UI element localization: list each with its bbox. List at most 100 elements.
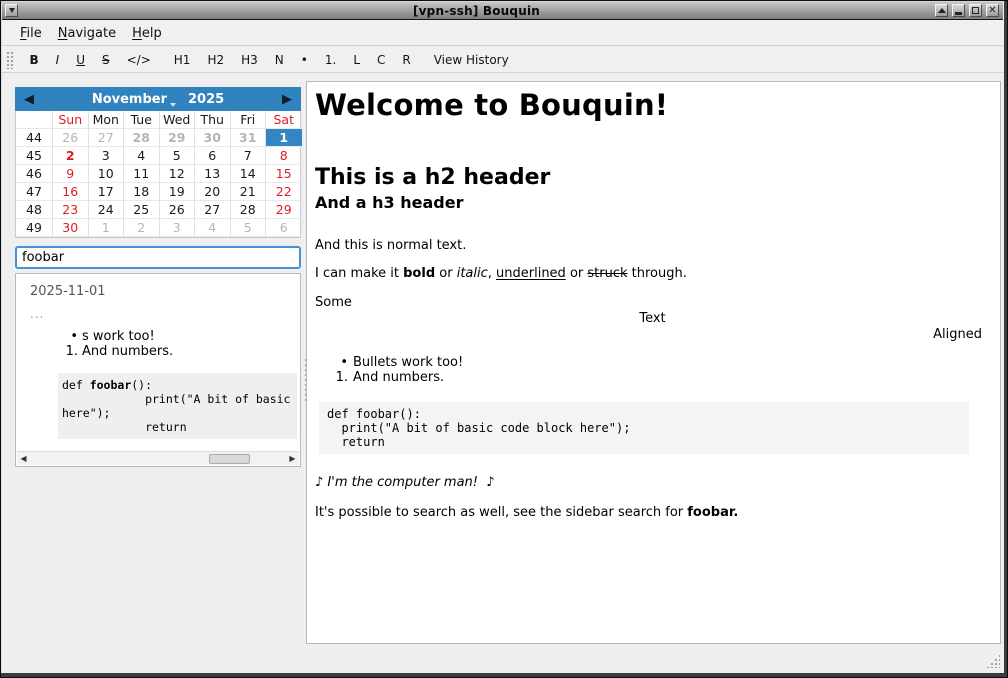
calendar-day[interactable]: 5: [231, 219, 267, 237]
calendar-day[interactable]: 7: [231, 147, 267, 165]
calendar-day[interactable]: 25: [124, 201, 160, 219]
week-number: 45: [16, 147, 53, 165]
calendar-day[interactable]: 4: [124, 147, 160, 165]
align-center-button[interactable]: C: [369, 50, 394, 70]
minimize-button[interactable]: [952, 4, 965, 17]
calendar-day[interactable]: 5: [160, 147, 196, 165]
calendar-day[interactable]: 11: [124, 165, 160, 183]
result-date-link[interactable]: 2025-11-01: [30, 284, 300, 299]
search-input[interactable]: [15, 246, 301, 269]
maximize-button[interactable]: [969, 4, 982, 17]
calendar-day[interactable]: 27: [195, 201, 231, 219]
calendar-day[interactable]: 4: [195, 219, 231, 237]
calendar-day[interactable]: 21: [231, 183, 267, 201]
doc-bullet-item: • Bullets work too!: [328, 356, 990, 371]
calendar-day[interactable]: 3: [89, 147, 125, 165]
result-code-line: return: [62, 420, 293, 434]
calendar-year-label[interactable]: 2025: [188, 92, 224, 107]
calendar-day[interactable]: 13: [195, 165, 231, 183]
titlebar[interactable]: [vpn-ssh] Bouquin ✕: [2, 2, 1003, 20]
calendar-day[interactable]: 26: [53, 129, 89, 147]
calendar-day[interactable]: 26: [160, 201, 196, 219]
calendar-day[interactable]: 15: [266, 165, 302, 183]
calendar-day[interactable]: 23: [53, 201, 89, 219]
month-selector[interactable]: November: [92, 92, 178, 107]
prev-month-button[interactable]: ◀: [15, 92, 43, 107]
align-left-button[interactable]: L: [345, 50, 369, 70]
calendar-day[interactable]: 31: [231, 129, 267, 147]
bullet-list-button[interactable]: •: [292, 50, 316, 70]
doc-h3: And a h3 header: [315, 193, 990, 212]
calendar-day[interactable]: 3: [160, 219, 196, 237]
calendar-day[interactable]: 18: [124, 183, 160, 201]
next-month-button[interactable]: ▶: [273, 92, 301, 107]
view-history-button[interactable]: View History: [425, 50, 517, 70]
calendar-day[interactable]: 6: [195, 147, 231, 165]
italic-button[interactable]: I: [47, 50, 68, 70]
doc-h2: This is a h2 header: [315, 165, 990, 190]
calendar-day[interactable]: 17: [89, 183, 125, 201]
calendar-day[interactable]: 6: [266, 219, 302, 237]
h3-button[interactable]: H3: [233, 50, 267, 70]
calendar-day[interactable]: 1: [89, 219, 125, 237]
result-numbered-item: 1. And numbers.: [60, 344, 300, 359]
center-aligned-line: Text: [315, 311, 990, 326]
week-number: 49: [16, 219, 53, 237]
calendar-day[interactable]: 30: [195, 129, 231, 147]
calendar-day[interactable]: 28: [124, 129, 160, 147]
app-window: [vpn-ssh] Bouquin ✕ File Navigate Help B…: [0, 0, 1008, 678]
calendar-day[interactable]: 19: [160, 183, 196, 201]
number-marker: 1.: [328, 371, 348, 386]
menu-file[interactable]: File: [12, 23, 50, 44]
calendar-day[interactable]: 10: [89, 165, 125, 183]
doc-music-line: ♪ I'm the computer man! ♪: [315, 475, 990, 490]
scroll-left-icon[interactable]: ◀: [17, 452, 30, 465]
calendar-day[interactable]: 28: [231, 201, 267, 219]
right-aligned-line: Aligned: [315, 327, 990, 342]
calendar-day[interactable]: 29: [266, 201, 302, 219]
calendar-day[interactable]: 8: [266, 147, 302, 165]
scroll-right-icon[interactable]: ▶: [286, 452, 299, 465]
calendar-day[interactable]: 27: [89, 129, 125, 147]
month-dropdown-caret-icon: [170, 103, 176, 107]
calendar-grid: SunMonTueWedThuFriSat4426272829303114523…: [15, 111, 301, 238]
calendar-day[interactable]: 1: [266, 129, 302, 147]
calendar-day[interactable]: 29: [160, 129, 196, 147]
code-button[interactable]: </>: [118, 50, 159, 70]
scrollbar-thumb[interactable]: [209, 454, 250, 464]
calendar-day[interactable]: 16: [53, 183, 89, 201]
calendar-header: ◀ November 2025 ▶: [15, 87, 301, 111]
calendar-day[interactable]: 30: [53, 219, 89, 237]
underline-button[interactable]: U: [68, 50, 94, 70]
shade-button[interactable]: [935, 4, 948, 17]
editor[interactable]: Welcome to Bouquin! This is a h2 header …: [306, 81, 1001, 644]
numbered-list-button[interactable]: 1.: [316, 50, 344, 70]
h1-button[interactable]: H1: [165, 50, 199, 70]
calendar-day[interactable]: 24: [89, 201, 125, 219]
doc-paragraph: And this is normal text.: [315, 238, 990, 253]
calendar-day[interactable]: 2: [53, 147, 89, 165]
calendar-day[interactable]: 2: [124, 219, 160, 237]
horizontal-scrollbar[interactable]: ◀ ▶: [17, 451, 299, 465]
shade-icon: [938, 8, 946, 13]
calendar-day[interactable]: 12: [160, 165, 196, 183]
menu-navigate[interactable]: Navigate: [50, 23, 124, 44]
h2-button[interactable]: H2: [199, 50, 233, 70]
calendar-day[interactable]: 22: [266, 183, 302, 201]
window-resize-grip[interactable]: [986, 654, 1000, 668]
calendar-day[interactable]: 9: [53, 165, 89, 183]
calendar-day[interactable]: 20: [195, 183, 231, 201]
doc-search-hint: It's possible to search as well, see the…: [315, 505, 990, 520]
align-right-button[interactable]: R: [394, 50, 419, 70]
bold-button[interactable]: B: [21, 50, 47, 70]
menu-help[interactable]: Help: [124, 23, 170, 44]
close-button[interactable]: ✕: [986, 4, 999, 17]
normal-text-button[interactable]: N: [266, 50, 292, 70]
search-results-pane[interactable]: 2025-11-01 ... • s work too! 1. And numb…: [15, 273, 301, 467]
strikethrough-button[interactable]: S: [94, 50, 119, 70]
calendar-day[interactable]: 14: [231, 165, 267, 183]
toolbar-grip[interactable]: [6, 51, 14, 69]
result-ellipsis: ...: [30, 307, 300, 321]
window-menu-button[interactable]: [5, 4, 18, 17]
day-header-tue: Tue: [124, 111, 160, 129]
